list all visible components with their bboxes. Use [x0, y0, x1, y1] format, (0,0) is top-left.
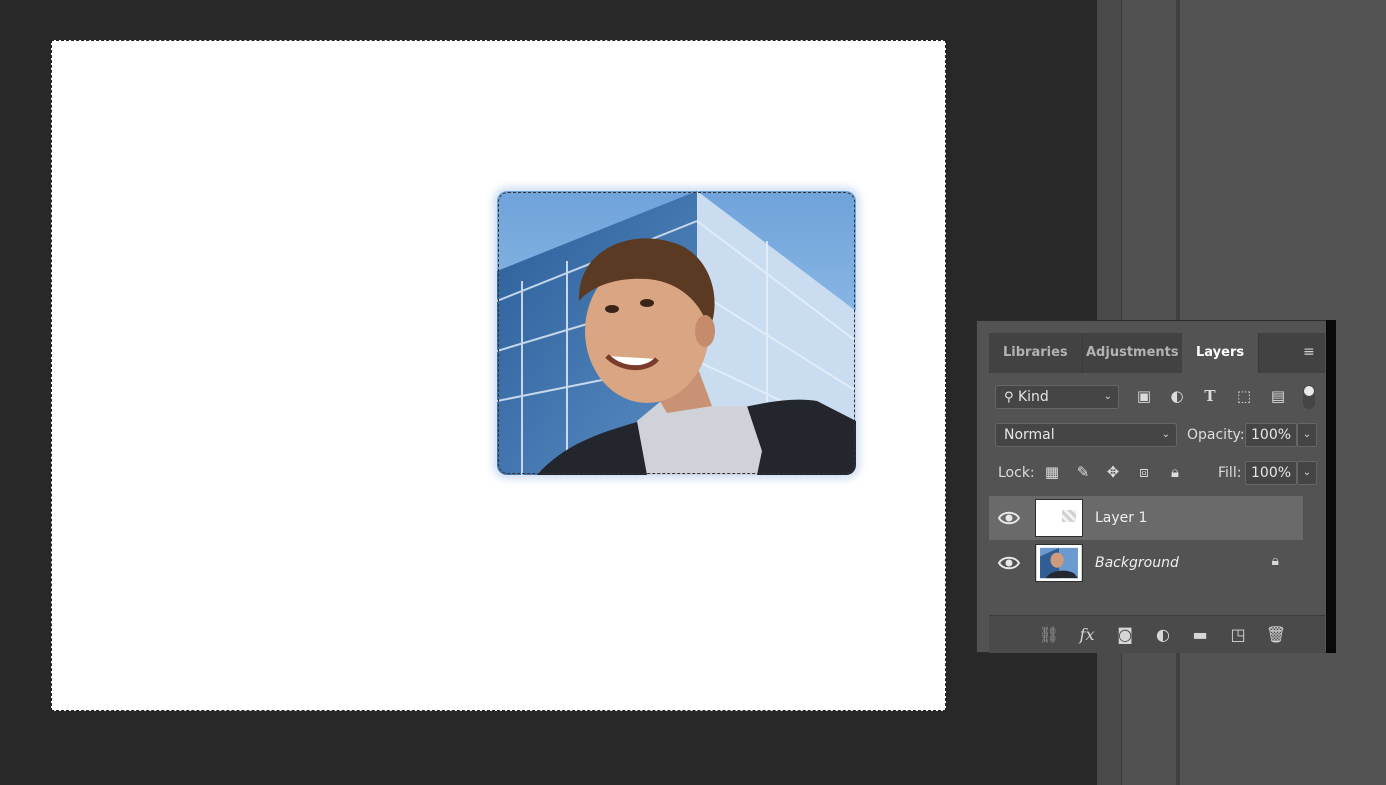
lock-all-icon[interactable]: 🔒︎ [1163, 460, 1187, 484]
toggle-knob [1304, 386, 1314, 396]
layer-name[interactable]: Background [1095, 541, 1179, 585]
fill-label: Fill: [1218, 465, 1242, 481]
image-filter-icon[interactable]: ▣ [1132, 384, 1156, 408]
lock-position-icon[interactable]: ✥ [1101, 460, 1125, 484]
layer-thumbnail [1035, 544, 1083, 582]
filter-row: ⚲ Kind ⌄ ▣ ◐ T ⬚ ▤ [989, 384, 1325, 410]
smart-object-filter-icon[interactable]: ▤ [1266, 384, 1290, 408]
photo-illustration [497, 191, 856, 475]
layer-thumbnail [1035, 499, 1083, 537]
lock-icon[interactable]: 🔒︎ [1272, 553, 1279, 569]
layer-style-fx-icon[interactable]: fx [1075, 624, 1099, 646]
fill-input[interactable]: 100% [1245, 461, 1297, 485]
layer-row-layer-1[interactable]: Layer 1 [989, 496, 1303, 540]
chevron-down-icon: ⌄ [1103, 391, 1112, 402]
add-mask-icon[interactable]: ◙ [1113, 624, 1137, 646]
layer-row-background[interactable]: Background 🔒︎ [989, 541, 1303, 585]
new-group-folder-icon[interactable]: ▬ [1188, 624, 1212, 646]
layers-panel: Libraries Adjustments Layers ≡ ⚲ Kind ⌄ … [976, 320, 1328, 653]
panel-tab-bar: Libraries Adjustments Layers ≡ [989, 333, 1325, 373]
photo-image[interactable] [497, 191, 856, 475]
lock-image-pixels-icon[interactable]: ✎ [1071, 460, 1095, 484]
transparency-checker-icon [1062, 510, 1076, 522]
opacity-label: Opacity: [1187, 427, 1245, 443]
tab-layers[interactable]: Layers [1182, 333, 1260, 373]
chevron-down-icon: ⌄ [1161, 429, 1170, 440]
blend-mode-value: Normal [1004, 427, 1055, 443]
lock-artboard-icon[interactable]: ⧈ [1132, 460, 1156, 484]
layer-name[interactable]: Layer 1 [1095, 496, 1147, 540]
filter-toggle-switch[interactable] [1303, 385, 1315, 409]
blend-opacity-row: Normal ⌄ Opacity: 100% ⌄ [989, 422, 1325, 448]
tab-libraries[interactable]: Libraries [989, 333, 1083, 373]
tab-adjustments[interactable]: Adjustments [1072, 333, 1194, 373]
layers-panel-footer: ⛓ fx ◙ ◐ ▬ ◳ 🗑︎ [989, 615, 1325, 653]
link-layers-icon[interactable]: ⛓ [1037, 624, 1061, 646]
opacity-dropdown-button[interactable]: ⌄ [1297, 423, 1317, 447]
new-adjustment-layer-icon[interactable]: ◐ [1151, 624, 1175, 646]
shape-filter-icon[interactable]: ⬚ [1232, 384, 1256, 408]
eye-visibility-icon[interactable] [997, 507, 1021, 529]
type-filter-icon[interactable]: T [1198, 384, 1222, 408]
panel-edge [1326, 320, 1336, 653]
delete-layer-trash-icon[interactable]: 🗑︎ [1264, 624, 1288, 646]
filter-kind-select[interactable]: ⚲ Kind ⌄ [995, 385, 1119, 409]
fill-dropdown-button[interactable]: ⌄ [1297, 461, 1317, 485]
hamburger-menu-icon[interactable]: ≡ [1303, 345, 1317, 359]
opacity-input[interactable]: 100% [1245, 423, 1297, 447]
lock-label: Lock: [998, 465, 1035, 481]
lock-fill-row: Lock: ▦ ✎ ✥ ⧈ 🔒︎ Fill: 100% ⌄ [989, 460, 1325, 486]
lock-transparent-pixels-icon[interactable]: ▦ [1040, 460, 1064, 484]
filter-kind-label: Kind [1017, 389, 1049, 405]
adjustment-filter-icon[interactable]: ◐ [1165, 384, 1189, 408]
blend-mode-select[interactable]: Normal ⌄ [995, 423, 1177, 447]
search-icon: ⚲ [1004, 390, 1014, 405]
eye-visibility-icon[interactable] [997, 552, 1021, 574]
new-layer-icon[interactable]: ◳ [1226, 624, 1250, 646]
